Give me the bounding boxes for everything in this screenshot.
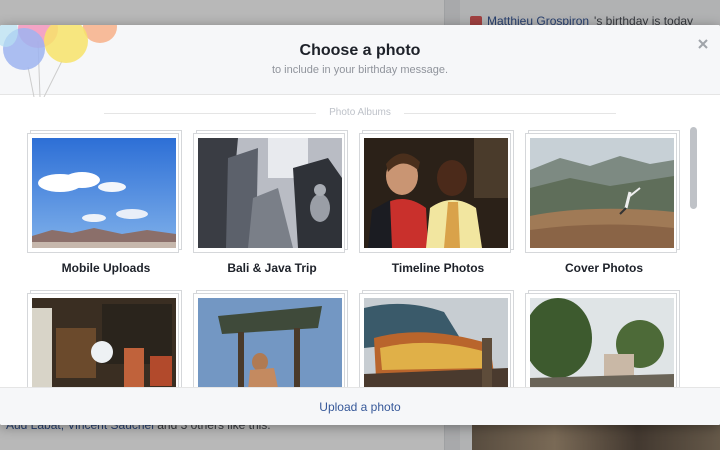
close-icon[interactable]	[696, 37, 710, 51]
album-cover-timeline-photos	[364, 138, 508, 248]
album-mobile-uploads[interactable]: Mobile Uploads	[24, 127, 182, 282]
album-cover-mobile-uploads	[32, 138, 176, 248]
album-name: Cover Photos	[564, 261, 643, 275]
album-frame	[27, 293, 179, 387]
album-frame	[359, 133, 511, 253]
section-label: Photo Albums	[329, 107, 391, 118]
album-name: Timeline Photos	[391, 261, 485, 275]
album-timeline-photos[interactable]: Timeline Photos	[356, 127, 514, 282]
album-frame	[525, 293, 677, 387]
scrollbar-thumb[interactable]	[690, 127, 697, 209]
album-cover	[364, 298, 508, 387]
album-name: Mobile Uploads	[61, 261, 151, 275]
album-item[interactable]	[522, 287, 680, 387]
album-bali-java-trip[interactable]: Bali & Java Trip	[190, 127, 348, 282]
album-cover-cover-photos	[530, 138, 674, 248]
album-name: Bali & Java Trip	[227, 261, 317, 275]
album-item[interactable]	[190, 287, 348, 387]
album-frame	[193, 293, 345, 387]
album-frame	[359, 293, 511, 387]
album-frame	[27, 133, 179, 253]
album-item[interactable]	[24, 287, 182, 387]
upload-photo-link[interactable]: Upload a photo	[319, 400, 400, 414]
album-cover-bali-java-trip	[198, 138, 342, 248]
album-frame	[525, 133, 677, 253]
album-cover-photos[interactable]: Cover Photos	[522, 127, 680, 282]
albums-grid: Mobile Uploads Bali & Java Trip Timeline…	[24, 127, 684, 387]
album-cover	[32, 298, 176, 387]
album-cover	[198, 298, 342, 387]
dialog-header: Choose a photo to include in your birthd…	[0, 25, 720, 97]
balloons-illustration	[0, 25, 117, 97]
album-frame	[193, 133, 345, 253]
dialog-footer: Upload a photo	[0, 387, 720, 425]
album-item[interactable]	[356, 287, 514, 387]
choose-photo-dialog: Choose a photo to include in your birthd…	[0, 25, 720, 425]
album-cover	[530, 298, 674, 387]
